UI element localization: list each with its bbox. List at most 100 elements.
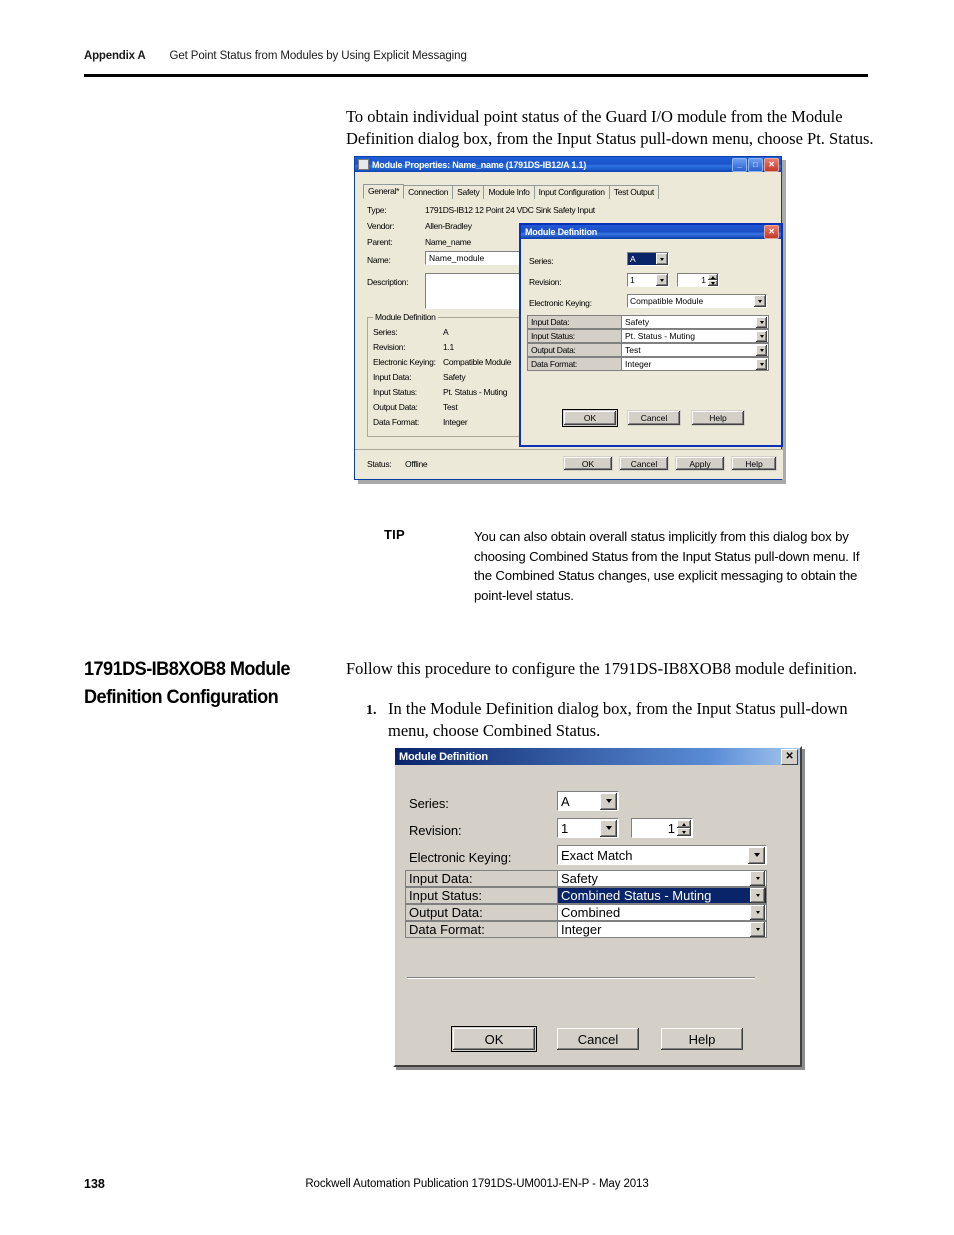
help-button-2[interactable]: Help: [660, 1027, 744, 1051]
row-data-format-dropdown-arrow-icon-2[interactable]: [750, 922, 765, 937]
module-definition-grid: Input Data: Safety Input Status: Pt. Sta…: [527, 315, 769, 371]
row-input-status-combobox[interactable]: Pt. Status - Muting: [621, 329, 769, 343]
close-button[interactable]: ✕: [764, 157, 779, 172]
vendor-label: Vendor:: [367, 221, 395, 231]
maximize-button[interactable]: □: [748, 157, 763, 172]
minimize-button[interactable]: _: [732, 157, 747, 172]
revision-minor-spinner[interactable]: 1: [677, 273, 719, 287]
revision-major-value: 1: [630, 275, 635, 285]
row-data-format-combobox[interactable]: Integer: [621, 357, 769, 371]
spinner-arrows-icon[interactable]: [708, 274, 718, 286]
row-output-data-combobox-2[interactable]: Combined: [557, 904, 767, 921]
series-combobox-2-value: A: [561, 793, 570, 809]
row-data-format-combobox-2[interactable]: Integer: [557, 921, 767, 938]
row-data-format-label-2: Data Format:: [405, 921, 557, 938]
name-label: Name:: [367, 255, 391, 265]
appendix-label: Appendix A: [84, 50, 146, 62]
row-output-data[interactable]: Output Data: Test: [527, 343, 769, 357]
row-input-status-2[interactable]: Input Status: Combined Status - Muting: [405, 887, 767, 904]
row-input-data-dropdown-arrow-icon[interactable]: [756, 316, 767, 328]
tab-safety[interactable]: Safety: [452, 185, 485, 199]
module-definition-close-button[interactable]: ✕: [764, 225, 779, 239]
row-data-format-dropdown-arrow-icon[interactable]: [756, 358, 767, 370]
revision-major-combobox-2[interactable]: 1: [557, 818, 619, 838]
series-combobox-2[interactable]: A: [557, 791, 619, 811]
tab-general[interactable]: General*: [363, 184, 405, 199]
dialog-close-button[interactable]: ✕: [781, 748, 798, 765]
row-input-status-combobox-2[interactable]: Combined Status - Muting: [557, 887, 767, 904]
revision-dropdown-arrow-icon[interactable]: [656, 274, 668, 286]
window-title-text: Module Properties: Name_name (1791DS-IB1…: [372, 159, 587, 170]
series-dropdown-arrow-icon[interactable]: [656, 253, 668, 265]
series-dropdown-arrow-icon-2[interactable]: [600, 792, 617, 810]
electronic-keying-label-2: Electronic Keying:: [409, 850, 512, 865]
cancel-button-2[interactable]: Cancel: [556, 1027, 640, 1051]
group-input-data-label: Input Data:: [373, 372, 412, 382]
tab-connection[interactable]: Connection: [403, 185, 454, 199]
dialog-titlebar: Module Definition ✕: [395, 748, 800, 765]
electronic-keying-dropdown-arrow-icon[interactable]: [754, 295, 766, 307]
row-output-data-dropdown-arrow-icon[interactable]: [756, 344, 767, 356]
modal-help-button[interactable]: Help: [691, 410, 745, 426]
row-input-data[interactable]: Input Data: Safety: [527, 315, 769, 329]
revision-minor-value: 1: [701, 275, 706, 285]
row-input-data-combobox-2[interactable]: Safety: [557, 870, 767, 887]
revision-dropdown-arrow-icon-2[interactable]: [600, 819, 617, 837]
revision-major-value-2: 1: [561, 820, 569, 836]
row-data-format-2[interactable]: Data Format: Integer: [405, 921, 767, 938]
row-input-data-combobox[interactable]: Safety: [621, 315, 769, 329]
parent-value: Name_name: [425, 237, 471, 247]
apply-button[interactable]: Apply: [675, 456, 725, 471]
tip-label: TIP: [384, 527, 405, 542]
status-value: Offline: [405, 459, 428, 469]
running-header: Appendix A Get Point Status from Modules…: [84, 50, 868, 62]
spinner-arrows-icon-2[interactable]: [677, 820, 691, 836]
tab-test-output[interactable]: Test Output: [608, 185, 659, 199]
electronic-keying-value-2: Exact Match: [561, 847, 633, 863]
modal-cancel-button[interactable]: Cancel: [627, 410, 681, 426]
group-keying-value: Compatible Module: [443, 357, 512, 367]
row-input-data-value-2: Safety: [561, 871, 598, 886]
tab-module-info[interactable]: Module Info: [483, 185, 535, 199]
row-input-status-dropdown-arrow-icon-2[interactable]: [750, 888, 765, 903]
description-label: Description:: [367, 277, 409, 287]
dialog-title-text: Module Definition: [399, 750, 488, 763]
electronic-keying-dropdown-arrow-icon-2[interactable]: [748, 846, 765, 864]
revision-major-combobox[interactable]: 1: [627, 273, 669, 287]
series-combobox[interactable]: A: [627, 252, 669, 266]
procedure-step-1: 1. In the Module Definition dialog box, …: [366, 698, 866, 742]
revision-minor-spinner-2[interactable]: 1: [631, 818, 693, 838]
electronic-keying-combobox[interactable]: Compatible Module: [627, 294, 767, 308]
row-output-data-combobox[interactable]: Test: [621, 343, 769, 357]
module-definition-dialog: Module Definition ✕ Series: A Revision:: [519, 223, 783, 447]
row-output-data-dropdown-arrow-icon-2[interactable]: [750, 905, 765, 920]
row-input-data-dropdown-arrow-icon-2[interactable]: [750, 871, 765, 886]
modal-ok-button[interactable]: OK: [562, 409, 618, 427]
type-value: 1791DS-IB12 12 Point 24 VDC Sink Safety …: [425, 205, 595, 215]
tab-input-configuration[interactable]: Input Configuration: [533, 185, 610, 199]
row-data-format[interactable]: Data Format: Integer: [527, 357, 769, 371]
group-series-value: A: [443, 327, 449, 337]
row-input-data-2[interactable]: Input Data: Safety: [405, 870, 767, 887]
header-rule: [84, 74, 868, 77]
module-definition-body: Series: A Revision: 1 1 Electronic Keyin…: [521, 239, 781, 445]
row-output-data-2[interactable]: Output Data: Combined: [405, 904, 767, 921]
row-output-data-label-2: Output Data:: [405, 904, 557, 921]
status-label: Status:: [367, 459, 392, 469]
row-input-status[interactable]: Input Status: Pt. Status - Muting: [527, 329, 769, 343]
row-input-status-dropdown-arrow-icon[interactable]: [756, 330, 767, 342]
dialog-separator: [407, 977, 755, 979]
group-output-data-label: Output Data:: [373, 402, 418, 412]
electronic-keying-combobox-2[interactable]: Exact Match: [557, 845, 767, 865]
help-button[interactable]: Help: [731, 456, 777, 471]
cancel-button[interactable]: Cancel: [619, 456, 669, 471]
ok-button-2[interactable]: OK: [451, 1026, 537, 1052]
row-data-format-label: Data Format:: [527, 357, 621, 371]
revision-minor-value-2: 1: [667, 820, 675, 836]
module-definition-grid-2: Input Data: Safety Input Status: Combine…: [405, 870, 767, 938]
publication-line: Rockwell Automation Publication 1791DS-U…: [305, 1178, 649, 1190]
step-number: 1.: [366, 703, 377, 718]
ok-button[interactable]: OK: [563, 456, 613, 471]
row-data-format-value: Integer: [625, 359, 652, 369]
module-definition-groupbox-caption: Module Definition: [373, 312, 438, 322]
